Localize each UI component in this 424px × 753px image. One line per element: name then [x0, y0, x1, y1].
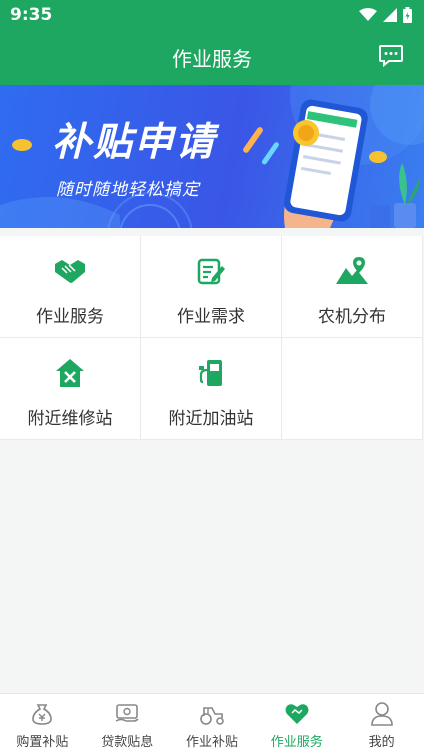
- tab-loan-interest[interactable]: 贷款贴息: [85, 694, 170, 753]
- chat-icon: [379, 45, 403, 68]
- tab-label: 贷款贴息: [101, 735, 154, 750]
- edit-document-icon: [194, 254, 228, 288]
- app-header: 9:35 作业服务: [0, 0, 424, 85]
- cash-icon: [112, 701, 142, 727]
- tab-job-service[interactable]: 作业服务: [254, 694, 339, 753]
- gas-station-icon: [194, 356, 228, 390]
- status-bar: 9:35: [0, 0, 424, 30]
- status-icons: [359, 7, 412, 23]
- tab-purchase-subsidy[interactable]: 购置补贴: [0, 694, 85, 753]
- grid-item-label: 附近维修站: [27, 409, 113, 429]
- grid-item-repair-station[interactable]: 附近维修站: [0, 338, 141, 440]
- banner-title: 补贴申请: [52, 120, 217, 165]
- page-title: 作业服务: [172, 47, 252, 71]
- promo-banner[interactable]: 补贴申请 随时随地轻松搞定: [0, 85, 424, 228]
- grid-item-label: 作业需求: [177, 307, 245, 327]
- tab-mine[interactable]: 我的: [339, 694, 424, 753]
- title-bar: 作业服务: [0, 30, 424, 85]
- grid-item-job-demand[interactable]: 作业需求: [141, 236, 282, 338]
- tab-label: 购置补贴: [16, 735, 69, 750]
- banner-subtitle: 随时随地轻松搞定: [56, 180, 200, 200]
- grid-item-label: 附近加油站: [168, 409, 254, 429]
- message-button[interactable]: [376, 41, 406, 71]
- grid-item-job-service[interactable]: 作业服务: [0, 236, 141, 338]
- grid-item-gas-station[interactable]: 附近加油站: [141, 338, 282, 440]
- user-icon: [367, 701, 397, 727]
- tab-label: 作业服务: [270, 735, 323, 750]
- heart-icon: [282, 701, 312, 727]
- money-bag-icon: [27, 701, 57, 727]
- handshake-icon: [53, 254, 87, 288]
- tab-label: 作业补贴: [185, 735, 238, 750]
- tab-label: 我的: [368, 735, 395, 750]
- tractor-icon: [197, 701, 227, 727]
- tab-work-subsidy[interactable]: 作业补贴: [170, 694, 255, 753]
- grid-item-machine-distribution[interactable]: 农机分布: [282, 236, 423, 338]
- map-location-icon: [335, 254, 369, 288]
- grid-item-label: 作业服务: [36, 307, 104, 327]
- wifi-icon: [359, 8, 377, 21]
- battery-icon: [403, 7, 412, 23]
- bottom-tab-bar: 购置补贴 贷款贴息 作业补贴 作业服务 我的: [0, 693, 424, 753]
- repair-house-icon: [53, 356, 87, 390]
- status-time: 9:35: [10, 5, 53, 25]
- grid-item-label: 农机分布: [318, 307, 386, 327]
- signal-icon: [383, 8, 397, 22]
- grid-empty-cell: [282, 338, 423, 440]
- service-grid: 作业服务 作业需求 农机分布 附近维修站 附近加油站: [0, 236, 424, 440]
